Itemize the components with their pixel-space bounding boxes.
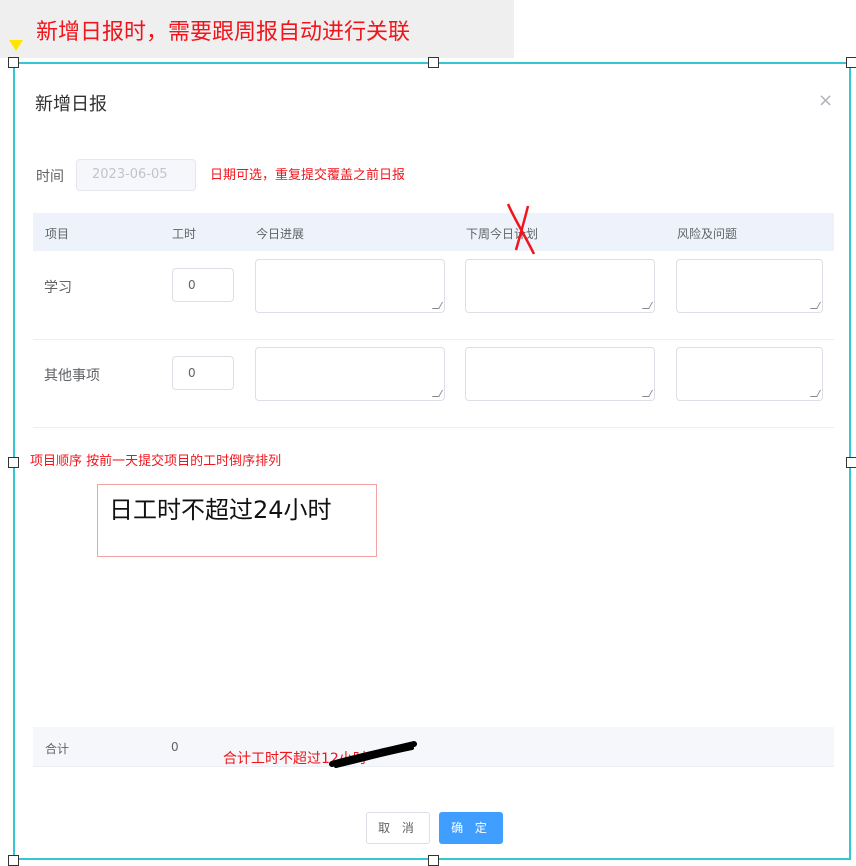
resize-handle-top-left[interactable]	[8, 57, 19, 68]
plan-textarea-study[interactable]	[465, 259, 655, 313]
cancel-button[interactable]: 取 消	[366, 812, 430, 844]
resize-handle-bottom-center[interactable]	[428, 855, 439, 866]
column-header-progress: 今日进展	[256, 227, 305, 241]
cross-mark-icon	[506, 203, 536, 255]
total-label: 合计	[45, 742, 70, 756]
close-icon[interactable]: ×	[818, 90, 833, 111]
row-project-other: 其他事项	[44, 368, 100, 384]
dialog-title: 新增日报	[35, 94, 107, 115]
hours-limit-note-box: 日工时不超过24小时	[97, 484, 377, 557]
hours-input-other[interactable]: 0	[172, 356, 234, 390]
hours-limit-note: 日工时不超过24小时	[109, 496, 332, 524]
confirm-button[interactable]: 确 定	[439, 812, 503, 844]
risks-textarea-other[interactable]	[676, 347, 823, 401]
hours-input-study[interactable]: 0	[172, 268, 234, 302]
strike-scribble	[329, 741, 417, 768]
order-annotation-note: 项目顺序 按前一天提交项目的工时倒序排列	[30, 454, 282, 469]
resize-handle-middle-right[interactable]	[846, 457, 856, 468]
date-annotation-note: 日期可选，重复提交覆盖之前日报	[210, 168, 406, 183]
pin-marker-icon	[9, 40, 23, 51]
row-project-study: 学习	[44, 280, 72, 296]
row-divider	[33, 427, 834, 428]
table-footer	[33, 727, 834, 767]
canvas: 新增日报时，需要跟周报自动进行关联 新增日报 × 时间 2023-06-05 日…	[0, 0, 856, 866]
resize-handle-bottom-left[interactable]	[8, 855, 19, 866]
column-header-hours: 工时	[172, 227, 197, 241]
row-divider	[33, 339, 834, 340]
column-header-project: 项目	[45, 227, 70, 241]
total-value: 0	[171, 740, 179, 754]
top-annotation-note: 新增日报时，需要跟周报自动进行关联	[36, 20, 411, 45]
column-header-risks: 风险及问题	[677, 227, 738, 241]
resize-handle-top-center[interactable]	[428, 57, 439, 68]
plan-textarea-other[interactable]	[465, 347, 655, 401]
progress-textarea-other[interactable]	[255, 347, 445, 401]
resize-handle-top-right[interactable]	[846, 57, 856, 68]
risks-textarea-study[interactable]	[676, 259, 823, 313]
progress-textarea-study[interactable]	[255, 259, 445, 313]
date-input[interactable]: 2023-06-05	[76, 159, 196, 191]
time-label: 时间	[36, 169, 64, 185]
resize-handle-middle-left[interactable]	[8, 457, 19, 468]
